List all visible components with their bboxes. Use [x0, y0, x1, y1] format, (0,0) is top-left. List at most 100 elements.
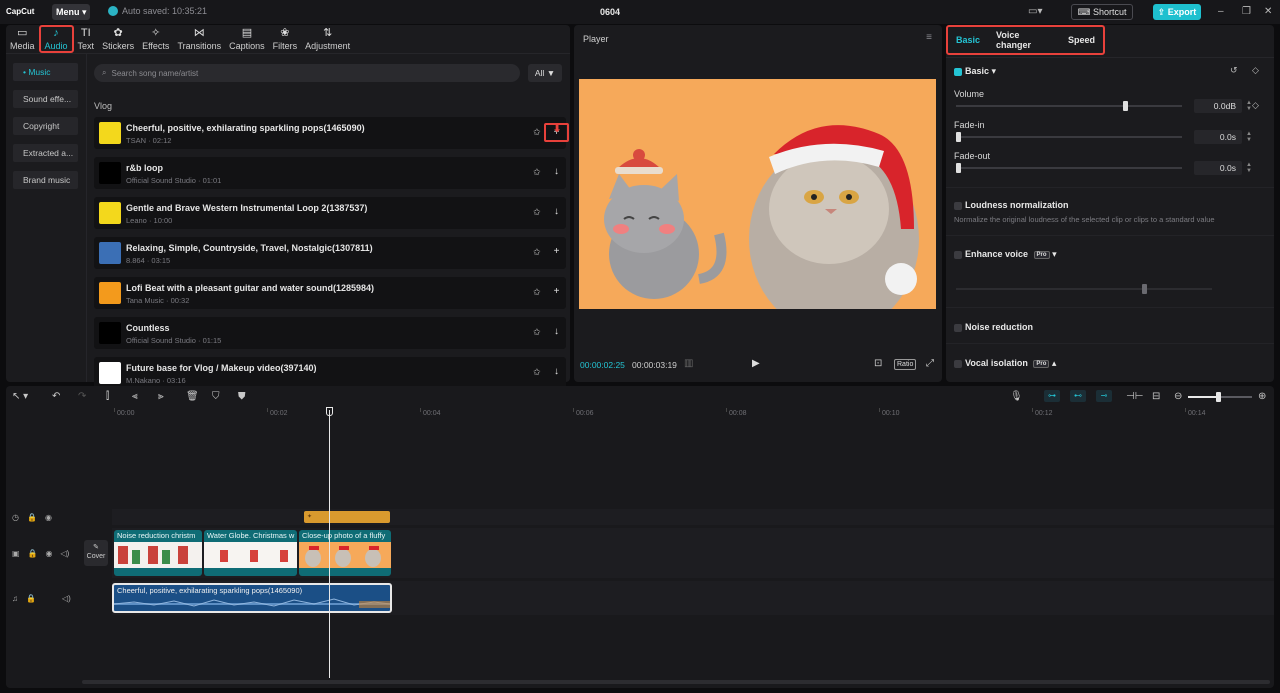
lock-icon[interactable]: 🔒	[26, 594, 36, 603]
song-item[interactable]: Relaxing, Simple, Countryside, Travel, N…	[94, 237, 566, 269]
horizontal-scrollbar[interactable]	[82, 680, 1270, 684]
preview-axis-icon[interactable]: ⊣⊢	[1126, 391, 1143, 402]
microphone-icon[interactable]: 🎙	[1010, 391, 1023, 402]
maximize-icon[interactable]: ❐	[1242, 6, 1251, 17]
song-item[interactable]: Gentle and Brave Western Instrumental Lo…	[94, 197, 566, 229]
star-icon[interactable]: ✩	[533, 127, 541, 138]
star-icon[interactable]: ✩	[533, 287, 541, 298]
checkbox-icon[interactable]	[954, 201, 962, 210]
zoom-slider[interactable]	[1188, 392, 1252, 402]
song-item[interactable]: Future base for Vlog / Makeup video(3971…	[94, 357, 566, 389]
tab-basic[interactable]: Basic	[956, 35, 980, 45]
music-icon[interactable]: ♫	[12, 594, 18, 603]
eye-icon[interactable]: ◉	[46, 549, 53, 558]
keyframe-icon[interactable]: ◇	[1252, 100, 1259, 111]
download-icon[interactable]: ↓	[549, 205, 564, 220]
minimize-icon[interactable]: –	[1218, 6, 1224, 17]
clock-icon[interactable]: ◷	[12, 513, 19, 522]
fadein-slider[interactable]	[956, 132, 1182, 142]
playhead[interactable]	[329, 410, 330, 678]
star-icon[interactable]: ✩	[533, 207, 541, 218]
slider-handle[interactable]	[1142, 284, 1147, 294]
song-item[interactable]: r&b loop Official Sound Studio · 01:01 ✩ ↓	[94, 157, 566, 189]
slider-handle[interactable]	[1216, 392, 1221, 402]
tab-captions[interactable]: ▤ Captions	[225, 25, 269, 53]
video-clip[interactable]: Noise reduction christm	[114, 530, 202, 576]
video-clip[interactable]: Water Globe. Christmas w	[204, 530, 297, 576]
slider-handle[interactable]	[1123, 101, 1128, 111]
slider-handle[interactable]	[956, 132, 961, 142]
grid-icon[interactable]: ▥	[684, 358, 693, 369]
fadein-value[interactable]: 0.0s	[1194, 130, 1242, 144]
filter-button[interactable]: All ▼	[528, 64, 562, 82]
volume-value[interactable]: 0.0dB	[1194, 99, 1242, 113]
sticker-track[interactable]	[112, 509, 1274, 525]
speaker-icon[interactable]: ◁)	[61, 549, 70, 558]
download-icon[interactable]: ↓	[549, 365, 564, 380]
export-button[interactable]: ⇪ Export	[1153, 4, 1201, 20]
zoom-in-icon[interactable]: ⊕	[1258, 391, 1266, 402]
stepper-icon[interactable]: ▲ ▼	[1246, 162, 1252, 174]
star-icon[interactable]: ✩	[533, 367, 541, 378]
ratio-button[interactable]: Ratio	[894, 359, 917, 370]
undo-icon[interactable]: ↶	[52, 391, 60, 402]
enhance-voice-toggle[interactable]: Enhance voice Pro ▾	[954, 249, 1057, 260]
tab-filters[interactable]: ❀ Filters	[269, 25, 302, 53]
cover-button[interactable]: ✎ Cover	[84, 540, 108, 566]
eye-icon[interactable]: ◉	[45, 513, 52, 522]
fadeout-slider[interactable]	[956, 163, 1182, 173]
star-icon[interactable]: ✩	[533, 167, 541, 178]
song-item[interactable]: Countless Official Sound Studio · 01:15 ✩ ↓	[94, 317, 566, 349]
mark-icon[interactable]: ⛉	[212, 391, 220, 402]
song-search[interactable]: ⌕	[94, 64, 520, 82]
split-icon[interactable]: ⫿	[106, 391, 109, 402]
shield-icon[interactable]: ⛊	[238, 391, 246, 402]
search-input[interactable]	[111, 68, 492, 78]
tab-adjustment[interactable]: ⇅ Adjustment	[301, 25, 354, 53]
star-icon[interactable]: ✩	[533, 247, 541, 258]
category-item[interactable]: Sound effe...	[13, 90, 78, 108]
add-icon[interactable]: +	[549, 285, 564, 300]
basic-toggle[interactable]: Basic ▾	[954, 66, 996, 77]
stepper-icon[interactable]: ▲ ▼	[1246, 131, 1252, 143]
noise-reduction-toggle[interactable]: Noise reduction	[954, 322, 1033, 332]
play-icon[interactable]: ▶	[752, 358, 760, 369]
tab-text[interactable]: TI Text	[74, 25, 99, 53]
video-icon[interactable]: ▣	[12, 549, 20, 558]
enhance-slider[interactable]	[956, 284, 1212, 294]
slider-handle[interactable]	[956, 163, 961, 173]
tab-voice-changer[interactable]: Voice changer	[996, 30, 1052, 50]
download-icon[interactable]: ↓	[549, 325, 564, 340]
select-tool-icon[interactable]: ↖ ▾	[12, 391, 28, 402]
loudness-toggle[interactable]: Loudness normalization	[954, 200, 1069, 210]
tab-effects[interactable]: ✧ Effects	[138, 25, 173, 53]
time-ruler[interactable]: 00:00 00:02 00:04 00:06 00:08 00:10 00:12 00:14	[6, 408, 1274, 422]
video-preview[interactable]	[579, 79, 936, 309]
lock-icon[interactable]: 🔒	[27, 513, 37, 522]
auto-snap-icon[interactable]: ⊷	[1070, 390, 1086, 402]
tab-speed[interactable]: Speed	[1068, 35, 1095, 45]
volume-slider[interactable]	[956, 101, 1182, 111]
download-icon[interactable]: ↓	[549, 165, 564, 180]
checkbox-icon[interactable]	[954, 67, 962, 76]
reset-icon[interactable]: ↺	[1230, 65, 1238, 76]
zoom-out-icon[interactable]: ⊖	[1174, 391, 1182, 402]
vocal-isolation-toggle[interactable]: Vocal isolation Pro ▴	[954, 358, 1056, 369]
speaker-icon[interactable]: ◁)	[62, 594, 71, 603]
tab-audio[interactable]: ♪ Audio	[38, 25, 74, 53]
category-item[interactable]: Copyright	[13, 117, 78, 135]
lock-icon[interactable]: 🔒	[28, 549, 38, 558]
delete-icon[interactable]: 🗑	[186, 391, 199, 402]
category-item[interactable]: Brand music	[13, 171, 78, 189]
checkbox-icon[interactable]	[954, 250, 962, 259]
linkage-icon[interactable]: ⊸	[1096, 390, 1112, 402]
fullscreen-icon[interactable]: ⤢	[926, 358, 934, 369]
checkbox-icon[interactable]	[954, 359, 962, 368]
song-item[interactable]: Cheerful, positive, exhilarating sparkli…	[94, 117, 569, 149]
video-clip[interactable]: Close-up photo of a fluffy	[299, 530, 391, 576]
category-item[interactable]: Extracted a...	[13, 144, 78, 162]
audio-clip[interactable]: Cheerful, positive, exhilarating sparkli…	[112, 583, 392, 613]
split-right-icon[interactable]: ⫸	[158, 391, 164, 402]
star-icon[interactable]: ✩	[533, 327, 541, 338]
add-icon[interactable]: +	[549, 245, 564, 260]
